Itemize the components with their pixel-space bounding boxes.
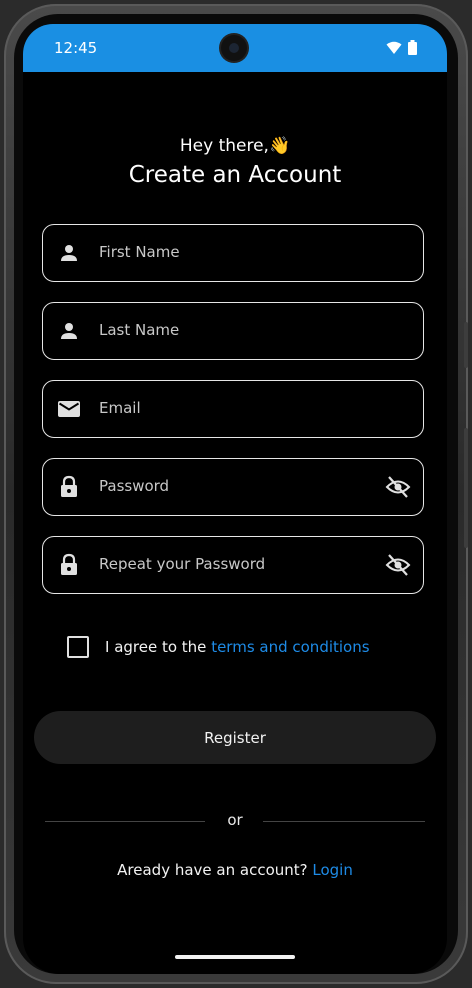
- status-icons: [386, 40, 417, 55]
- app-screen: 12:45 Hey there,👋 Create an Account Firs…: [23, 24, 447, 974]
- front-camera: [221, 35, 247, 61]
- register-label: Register: [204, 728, 266, 747]
- page-title: Create an Account: [128, 162, 342, 188]
- terms-link[interactable]: terms and conditions: [211, 638, 369, 656]
- repeat-password-placeholder: Repeat your Password: [99, 555, 266, 573]
- mail-icon: [58, 401, 80, 417]
- terms-checkbox[interactable]: [67, 636, 89, 658]
- login-link[interactable]: Login: [312, 861, 352, 879]
- greeting-text: Hey there,👋: [179, 136, 291, 156]
- last-name-placeholder: Last Name: [99, 321, 180, 339]
- battery-icon: [408, 40, 417, 55]
- visibility-off-icon[interactable]: [385, 553, 411, 577]
- login-prompt: Aready have an account?: [117, 861, 313, 879]
- email-field[interactable]: Email: [42, 380, 424, 438]
- divider-line-right: [263, 821, 425, 822]
- divider-line-left: [45, 821, 205, 822]
- person-icon: [61, 323, 77, 339]
- home-indicator[interactable]: [175, 955, 295, 959]
- login-prompt-row: Aready have an account? Login: [23, 861, 447, 879]
- last-name-field[interactable]: Last Name: [42, 302, 424, 360]
- first-name-field[interactable]: First Name: [42, 224, 424, 282]
- wifi-icon: [386, 41, 402, 54]
- visibility-off-icon[interactable]: [385, 475, 411, 499]
- lock-icon: [61, 475, 77, 497]
- person-icon: [61, 245, 77, 261]
- terms-prefix: I agree to the: [105, 638, 212, 656]
- terms-row: I agree to the terms and conditions: [67, 636, 370, 658]
- register-button[interactable]: Register: [34, 711, 436, 764]
- status-time: 12:45: [54, 39, 98, 57]
- volume-button: [464, 428, 468, 548]
- status-bar: 12:45: [23, 24, 447, 72]
- email-placeholder: Email: [99, 399, 141, 417]
- password-placeholder: Password: [99, 477, 170, 495]
- divider-or: or: [227, 811, 243, 829]
- repeat-password-field[interactable]: Repeat your Password: [42, 536, 424, 594]
- first-name-placeholder: First Name: [99, 243, 180, 261]
- terms-label: I agree to the terms and conditions: [105, 638, 370, 656]
- power-button: [464, 322, 468, 368]
- password-field[interactable]: Password: [42, 458, 424, 516]
- lock-icon: [61, 553, 77, 575]
